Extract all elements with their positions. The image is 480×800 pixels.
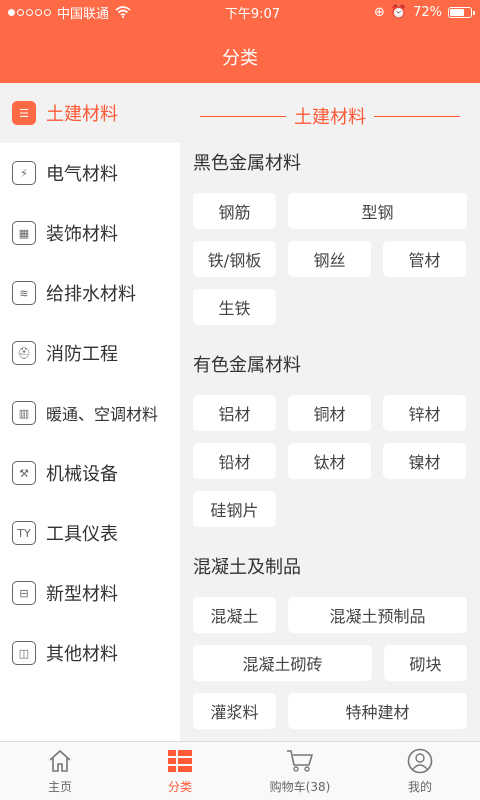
sidebar-item-label: 电气材料 (46, 164, 118, 185)
section-title: 混凝土及制品 (193, 557, 301, 578)
shopping-cart-icon (286, 748, 314, 774)
subcategory-tag[interactable]: 钢筋 (193, 193, 276, 229)
section-title: 有色金属材料 (193, 355, 301, 376)
tab-category[interactable]: 分类 (120, 742, 240, 800)
sidebar-item-9[interactable]: ◫ 其他材料 (0, 623, 180, 683)
sidebar-item-label: 工具仪表 (46, 524, 118, 545)
bottom-tab-bar: 主页 分类 购物车(38) 我的 (0, 741, 480, 800)
signal-strength-icon (8, 8, 51, 16)
subcategory-tag[interactable]: 生铁 (193, 289, 276, 325)
page-title: 分类 (222, 48, 258, 69)
sidebar-item-label: 土建材料 (46, 104, 118, 125)
tag-group: 钢筋 型钢 铁/钢板 钢丝 管材生铁 (180, 193, 480, 325)
sidebar-item-0[interactable]: ☰ 土建材料 (0, 83, 180, 143)
status-bar: 中国联通 下午9:07 ⊕ ⏰ 72% (0, 0, 480, 24)
new-material-icon: ⊟ (12, 581, 36, 605)
subcategory-tag[interactable]: 混凝土预制品 (288, 597, 467, 633)
sidebar-item-label: 机械设备 (46, 464, 118, 485)
subcategory-tag[interactable]: 锌材 (383, 395, 466, 431)
sidebar-item-7[interactable]: TY 工具仪表 (0, 503, 180, 563)
subcategory-tag[interactable]: 硅钢片 (193, 491, 276, 527)
subcategory-tag[interactable]: 灌浆料 (193, 693, 276, 729)
other-icon: ◫ (12, 641, 36, 665)
sidebar-item-label: 其他材料 (46, 644, 118, 665)
subcategory-panel: 土建材料 黑色金属材料钢筋 型钢 铁/钢板 钢丝 管材生铁有色金属材料铝材 铜材 锌材铅材钛… (180, 83, 480, 741)
subcategory-tag[interactable]: 铅材 (193, 443, 276, 479)
tab-mine[interactable]: 我的 (360, 742, 480, 800)
sidebar-item-4[interactable]: ⛑ 消防工程 (0, 323, 180, 383)
battery-percent: 72% (413, 4, 442, 20)
category-list-icon (166, 748, 194, 774)
sidebar-item-label: 新型材料 (46, 584, 118, 605)
subcategory-tag[interactable]: 特种建材 (288, 693, 467, 729)
crane-icon: ⚒ (12, 461, 36, 485)
subcategory-tag[interactable]: 镍材 (383, 443, 466, 479)
divider-line-left (200, 115, 286, 117)
subcategory-tag[interactable]: 钛材 (288, 443, 371, 479)
divider-line-right (374, 115, 460, 117)
sidebar-item-label: 消防工程 (46, 344, 118, 365)
user-profile-icon (406, 748, 434, 774)
tab-cart-label: 购物车(38) (269, 779, 331, 794)
tag-group: 铝材 铜材 锌材铅材 钛材 镍材硅钢片 (180, 395, 480, 527)
carrier-label: 中国联通 (57, 6, 110, 22)
subcategory-tag[interactable]: 砌块 (384, 645, 467, 681)
tag-group: 混凝土 混凝土预制品混凝土砌砖 砌块灌浆料 特种建材 (180, 597, 480, 729)
tab-cart[interactable]: 购物车(38) (240, 742, 360, 800)
tab-mine-label: 我的 (407, 779, 432, 794)
sidebar-item-2[interactable]: ▦ 装饰材料 (0, 203, 180, 263)
tab-home[interactable]: 主页 (0, 742, 120, 800)
document-icon: ☰ (12, 101, 36, 125)
ac-icon: ▥ (12, 401, 36, 425)
category-header: 土建材料 (180, 83, 480, 149)
subcategory-tag[interactable]: 铜材 (288, 395, 371, 431)
fire-icon: ⛑ (12, 341, 36, 365)
subcategory-tag[interactable]: 铝材 (193, 395, 276, 431)
app-header: 中国联通 下午9:07 ⊕ ⏰ 72% 分类 (0, 0, 480, 83)
tab-home-label: 主页 (47, 779, 72, 794)
wifi-icon (115, 6, 131, 18)
subcategory-tag[interactable]: 钢丝 (288, 241, 371, 277)
subcategory-tag[interactable]: 混凝土 (193, 597, 276, 633)
category-title: 土建材料 (294, 107, 366, 128)
alarm-icon: ⏰ (390, 4, 408, 20)
tools-icon: TY (12, 521, 36, 545)
sidebar-item-5[interactable]: ▥ 暖通、空调材料 (0, 383, 180, 443)
home-icon (46, 748, 74, 774)
section-title: 黑色金属材料 (193, 153, 301, 174)
sidebar-item-8[interactable]: ⊟ 新型材料 (0, 563, 180, 623)
battery-icon (448, 6, 475, 18)
category-sidebar: ☰ 土建材料 ⚡ 电气材料 ▦ 装饰材料 ≋ 给排水材料 ⛑ 消防工程 ▥ 暖通、空调材料 ⚒ 机械设备 T… (0, 83, 180, 741)
brick-icon: ▦ (12, 221, 36, 245)
clock-time: 下午9:07 (224, 6, 281, 22)
subcategory-tag[interactable]: 混凝土砌砖 (193, 645, 372, 681)
electric-icon: ⚡ (12, 161, 36, 185)
sidebar-item-label: 装饰材料 (46, 224, 118, 245)
rotation-lock-icon: ⊕ (374, 4, 385, 20)
subcategory-tag[interactable]: 型钢 (288, 193, 467, 229)
sidebar-item-1[interactable]: ⚡ 电气材料 (0, 143, 180, 203)
water-icon: ≋ (12, 281, 36, 305)
sidebar-item-3[interactable]: ≋ 给排水材料 (0, 263, 180, 323)
sidebar-item-label: 暖通、空调材料 (46, 405, 159, 424)
sidebar-item-label: 给排水材料 (46, 284, 136, 305)
sidebar-item-6[interactable]: ⚒ 机械设备 (0, 443, 180, 503)
tab-category-label: 分类 (167, 779, 192, 794)
subcategory-tag[interactable]: 管材 (383, 241, 466, 277)
subcategory-tag[interactable]: 铁/钢板 (193, 241, 276, 277)
